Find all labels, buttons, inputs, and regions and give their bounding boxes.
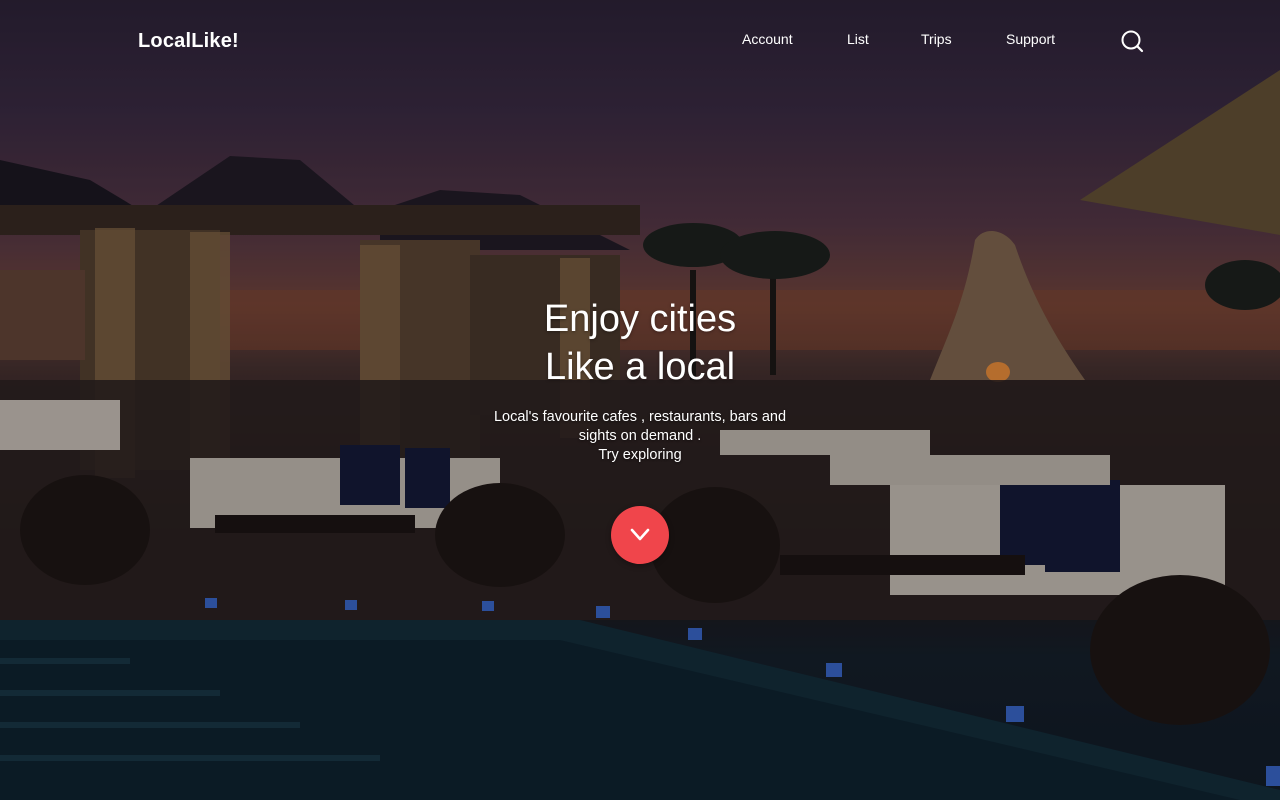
hero-tagline-line: Local's favourite cafes , restaurants, b… <box>493 409 787 425</box>
hero-tagline: Local's favourite cafes , restaurants, b… <box>480 408 800 465</box>
hero-headline: Enjoy cities <box>543 298 737 340</box>
scroll-down-button[interactable] <box>611 506 669 564</box>
nav-item-list[interactable]: List <box>847 31 869 47</box>
chevron-down-icon <box>630 528 650 541</box>
nav-item-account[interactable]: Account <box>742 31 793 47</box>
search-icon <box>1121 30 1144 53</box>
nav-links: Account List Trips Support <box>0 31 1280 51</box>
hero-subheadline: Like a local <box>544 346 736 388</box>
hero-copy: Enjoy cities Like a local Local's favour… <box>340 296 940 465</box>
search-button[interactable] <box>1118 27 1146 55</box>
hero-tagline-line: sights on demand . <box>578 428 702 444</box>
hero-tagline-cta: Try exploring <box>598 447 682 463</box>
hero-section: LocalLike! Account List Trips Support En… <box>0 0 1280 800</box>
nav-item-trips[interactable]: Trips <box>921 31 952 47</box>
top-navigation: LocalLike! Account List Trips Support <box>0 0 1280 80</box>
nav-item-support[interactable]: Support <box>1006 31 1055 47</box>
